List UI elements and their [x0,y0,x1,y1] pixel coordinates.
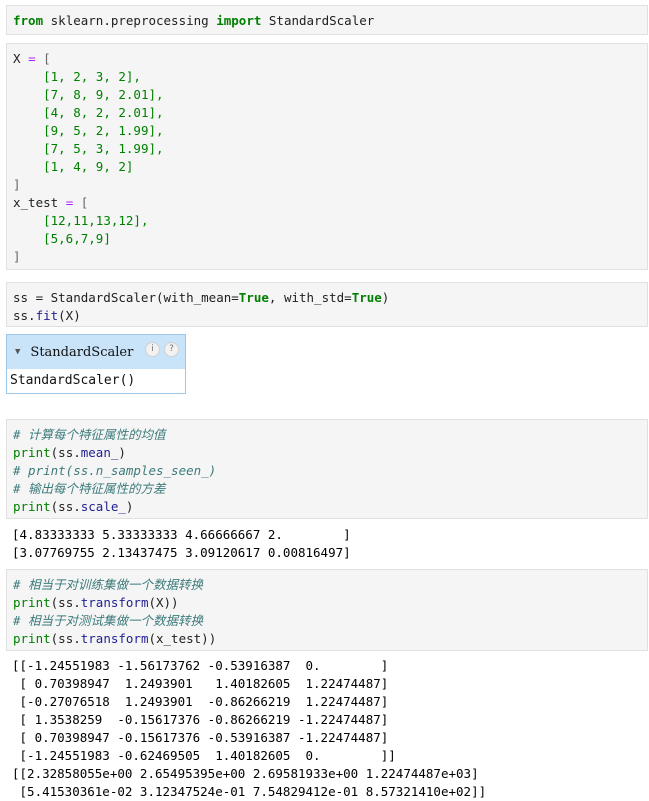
code-cell-transform[interactable]: # 相当于对训练集做一个数据转换 print(ss.transform(X)) … [6,569,648,651]
var-x-test: x_test [13,195,59,210]
import-name: StandardScaler [268,13,375,28]
keyword-import: import [216,13,262,28]
output-line: [4.83333333 5.33333333 4.66666667 2. ] [12,527,351,542]
data-code: X = [ [1, 2, 3, 2], [7, 8, 9, 2.01], [4,… [13,51,164,264]
x-row: [1, 4, 9, 2] [43,159,134,174]
output-line: [[2.32858055e+00 2.65495395e+00 2.695819… [12,766,479,781]
comment: # 输出每个特征属性的方差 [13,481,166,496]
output-line: [[-1.24551983 -1.56173762 -0.53916387 0.… [12,658,389,673]
comment: # 相当于对训练集做一个数据转换 [13,577,204,592]
output-line: [ 1.3538259 -0.15617376 -0.86266219 -1.2… [12,712,389,727]
help-icon[interactable]: ? [164,342,179,357]
x-row: [1, 2, 3, 2], [43,69,141,84]
x-test-row: [12,11,13,12], [43,213,149,228]
output-stats: [4.83333333 5.33333333 4.66666667 2. ] [… [6,526,648,562]
output-line: [ 0.70398947 -0.15617376 -0.53916387 -1.… [12,730,389,745]
x-row: [7, 5, 3, 1.99], [43,141,164,156]
comment: # 计算每个特征属性的均值 [13,427,166,442]
estimator-repr: StandardScaler() [10,373,136,388]
code-cell-stats[interactable]: # 计算每个特征属性的均值 print(ss.mean_) # print(ss… [6,419,648,519]
collapse-triangle-icon[interactable]: ▼ [15,347,20,357]
output-line: [-0.27076518 1.2493901 -0.86266219 1.224… [12,694,389,709]
code-cell-fit[interactable]: ss = StandardScaler(with_mean=True, with… [6,282,648,327]
estimator-title: StandardScaler [30,344,134,360]
x-row: [4, 8, 2, 2.01], [43,105,164,120]
x-row: [9, 5, 2, 1.99], [43,123,164,138]
module-name: sklearn.preprocessing [50,13,209,28]
keyword-from: from [13,13,44,28]
estimator-header[interactable]: ▼ StandardScaler i ? [7,335,185,369]
code-cell-data[interactable]: X = [ [1, 2, 3, 2], [7, 8, 9, 2.01], [4,… [6,43,648,270]
output-line: [ 0.70398947 1.2493901 1.40182605 1.2247… [12,676,389,691]
output-line: [-1.24551983 -0.62469505 1.40182605 0. ]… [12,748,396,763]
x-test-row: [5,6,7,9] [43,231,111,246]
comment: # 相当于对测试集做一个数据转换 [13,613,204,628]
code-cell-import[interactable]: from sklearn.preprocessing import Standa… [6,5,648,35]
x-row: [7, 8, 9, 2.01], [43,87,164,102]
estimator-widget: ▼ StandardScaler i ? StandardScaler() [6,334,186,394]
comment: # print(ss.n_samples_seen_) [13,463,217,478]
output-line: [3.07769755 2.13437475 3.09120617 0.0081… [12,545,351,560]
var-x: X [13,51,21,66]
output-transform: [[-1.24551983 -1.56173762 -0.53916387 0.… [6,657,648,799]
info-icon[interactable]: i [145,342,160,357]
